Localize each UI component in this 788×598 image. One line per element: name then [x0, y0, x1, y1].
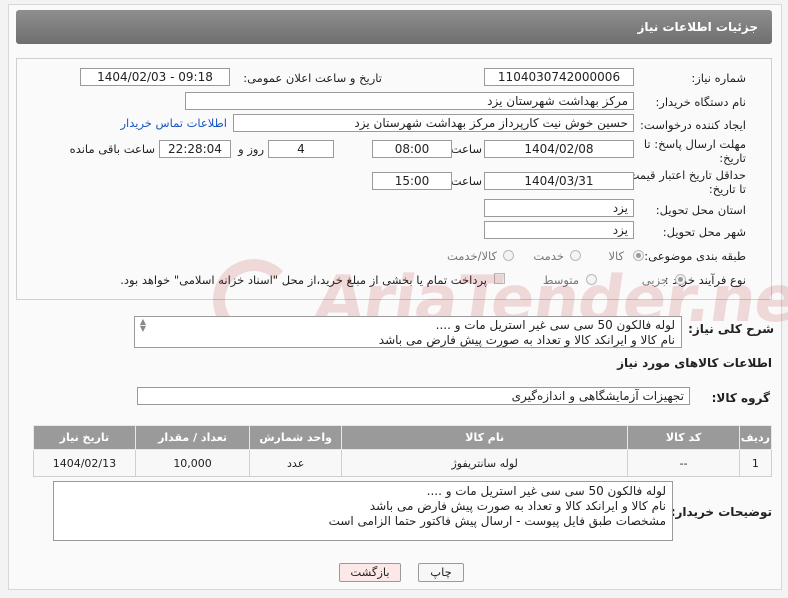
category-option-goods: کالا: [608, 249, 624, 263]
goods-group-field[interactable]: تجهیزات آزمایشگاهی و اندازه‌گیری: [137, 387, 690, 405]
print-button[interactable]: چاپ: [418, 563, 464, 582]
delivery-province-label: استان محل تحویل:: [655, 203, 746, 217]
announce-datetime-label: تاریخ و ساعت اعلان عمومی:: [243, 71, 382, 85]
buyer-org-field[interactable]: مرکز بهداشت شهرستان یزد: [185, 92, 634, 110]
col-header-name: نام کالا: [340, 425, 629, 450]
response-date-field[interactable]: 1404/02/08: [484, 140, 634, 158]
cell-date: 1404/02/13: [33, 449, 136, 477]
need-number-field[interactable]: 1104030742000006: [484, 68, 634, 86]
page-title: جزئیات اطلاعات نیاز: [637, 20, 758, 34]
category-radio-goods-service[interactable]: [503, 250, 514, 261]
buyer-notes-label: توضیحات خریدار:: [670, 505, 772, 519]
cell-name: لوله سانتریفوژ: [340, 449, 629, 477]
days-field[interactable]: 4: [268, 140, 334, 158]
treasury-payment-note: پرداخت تمام یا بخشی از مبلغ خرید،از محل …: [120, 273, 487, 287]
cell-index: 1: [738, 449, 773, 477]
price-validity-time-field[interactable]: 15:00: [372, 172, 452, 190]
category-option-goods-service: کالا/خدمت: [446, 249, 497, 263]
summary-line: لوله فالکون 50 سی سی غیر استریل مات و ..…: [435, 318, 675, 332]
cell-qty: 10,000: [134, 449, 251, 477]
buyer-notes-line: نام کالا و ایرانکد کالا و تعداد به صورت …: [369, 499, 666, 513]
announce-datetime-field[interactable]: 1404/02/03 - 09:18: [80, 68, 230, 86]
back-button[interactable]: بازگشت: [339, 563, 401, 582]
summary-scroll-arrows-icon[interactable]: ▲ ▼: [137, 318, 149, 333]
purchase-type-option-medium: متوسط: [542, 273, 579, 287]
col-header-unit: واحد شمارش: [249, 425, 342, 450]
treasury-payment-checkbox[interactable]: [494, 273, 505, 284]
creator-field[interactable]: حسین خوش نیت کارپرداز مرکز بهداشت شهرستا…: [233, 114, 634, 132]
response-deadline-label-2: تاریخ:: [719, 151, 746, 165]
buyer-notes-line: لوله فالکون 50 سی سی غیر استریل مات و ..…: [426, 484, 666, 498]
col-header-code: کد کالا: [627, 425, 740, 450]
remaining-time-label: ساعت باقی مانده: [69, 142, 155, 156]
buyer-org-label: نام دستگاه خریدار:: [655, 95, 746, 109]
remaining-time-field[interactable]: 22:28:04: [159, 140, 231, 158]
cell-unit: عدد: [249, 449, 342, 477]
response-time-label: ساعت: [450, 142, 482, 156]
goods-section-title: اطلاعات کالاهای مورد نیاز: [617, 356, 772, 370]
table-row: 1 -- لوله سانتریفوژ عدد 10,000 1404/02/1…: [33, 449, 773, 477]
summary-label: شرح کلی نیاز:: [688, 322, 774, 336]
price-validity-label-2: تا تاریخ:: [708, 182, 746, 196]
buyer-notes-textarea[interactable]: لوله فالکون 50 سی سی غیر استریل مات و ..…: [53, 481, 673, 541]
summary-line: نام کالا و ایرانکد کالا و تعداد به صورت …: [378, 333, 675, 347]
delivery-city-field[interactable]: یزد: [484, 221, 634, 239]
days-label: روز و: [238, 142, 264, 156]
purchase-type-option-minor: جزیی: [641, 273, 668, 287]
price-validity-label: حداقل تاریخ اعتبار قیمت:: [624, 168, 746, 182]
delivery-province-field[interactable]: یزد: [484, 199, 634, 217]
summary-textarea[interactable]: لوله فالکون 50 سی سی غیر استریل مات و ..…: [134, 316, 682, 348]
goods-table-header: ردیف کد کالا نام کالا واحد شمارش تعداد /…: [33, 425, 773, 450]
delivery-city-label: شهر محل تحویل:: [662, 225, 746, 239]
page-header: جزئیات اطلاعات نیاز: [16, 10, 772, 44]
col-header-index: ردیف: [738, 425, 773, 450]
creator-label: ایجاد کننده درخواست:: [640, 118, 746, 132]
col-header-qty: تعداد / مقدار: [134, 425, 251, 450]
price-validity-time-label: ساعت: [450, 174, 482, 188]
category-radio-goods[interactable]: [633, 250, 644, 261]
purchase-type-radio-minor[interactable]: [675, 274, 686, 285]
price-validity-date-field[interactable]: 1404/03/31: [484, 172, 634, 190]
buyer-contact-link[interactable]: اطلاعات تماس خریدار: [120, 116, 227, 130]
category-radio-service[interactable]: [570, 250, 581, 261]
purchase-type-radio-medium[interactable]: [586, 274, 597, 285]
cell-code: --: [627, 449, 740, 477]
col-header-date: تاریخ نیاز: [33, 425, 136, 450]
category-option-service: خدمت: [533, 249, 564, 263]
buyer-notes-line: مشخصات طبق فایل پیوست - ارسال پیش فاکتور…: [328, 514, 666, 528]
goods-group-label: گروه کالا:: [711, 391, 770, 405]
response-time-field[interactable]: 08:00: [372, 140, 452, 158]
need-number-label: شماره نیاز:: [691, 71, 746, 85]
response-deadline-label: مهلت ارسال پاسخ: تا: [643, 137, 746, 151]
category-label: طبقه بندی موضوعی:: [644, 249, 746, 263]
goods-table: ردیف کد کالا نام کالا واحد شمارش تعداد /…: [33, 425, 773, 477]
